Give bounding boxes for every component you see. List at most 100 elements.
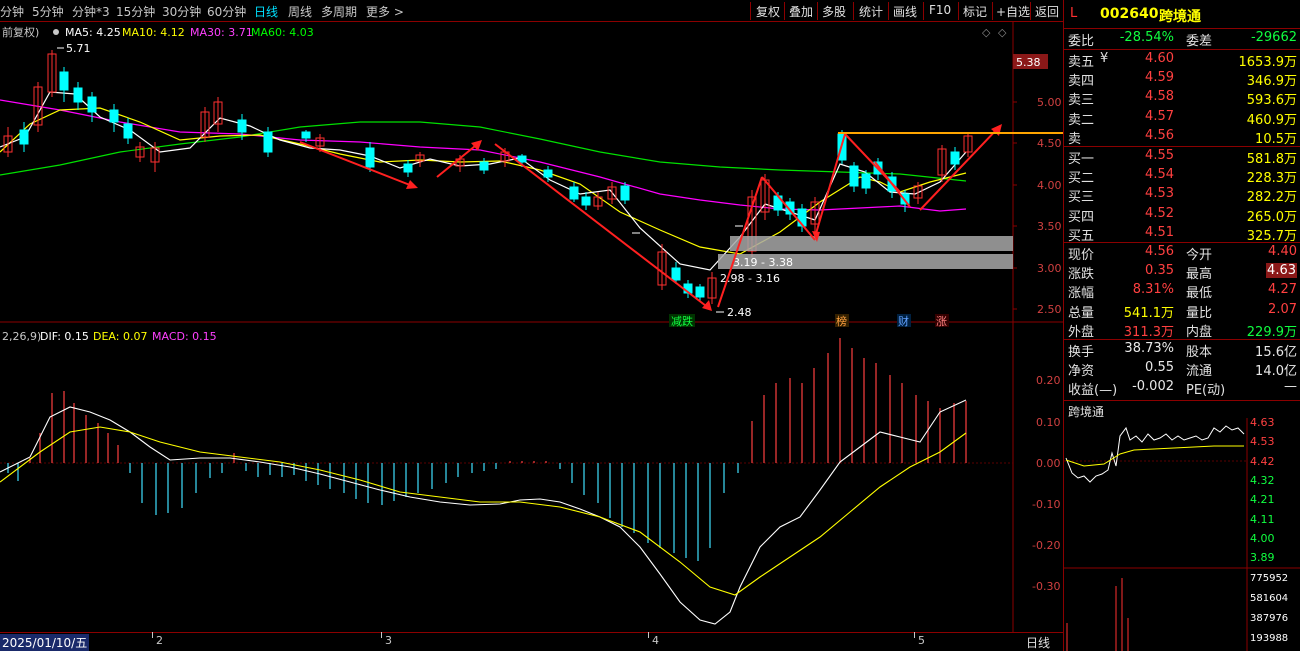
- listing-flag: L: [1070, 6, 1078, 21]
- weibi-value: -28.54%: [1119, 30, 1174, 45]
- ma10-line: [0, 107, 967, 255]
- stock-name: 跨境通: [1159, 9, 1201, 25]
- month-label: 3: [385, 634, 392, 647]
- stat-label: 最低: [1186, 286, 1213, 302]
- order-volume: 325.7万: [1246, 228, 1297, 244]
- order-volume: 593.6万: [1246, 93, 1297, 109]
- stat-value: 8.31%: [1132, 282, 1174, 298]
- timeframe-more[interactable]: 更多 >: [366, 3, 404, 20]
- timeframe-60min[interactable]: 60分钟: [207, 3, 246, 20]
- event-tag-rise: 涨: [936, 315, 947, 328]
- sell-level-row[interactable]: 卖五 ¥4.60 1653.9万: [1064, 50, 1300, 70]
- stat-label: 外盘: [1068, 324, 1095, 340]
- multi-stock-button[interactable]: 多股: [822, 3, 846, 20]
- event-tag-decline: 减跌: [671, 314, 693, 328]
- mini-price-line: [1065, 425, 1245, 483]
- diamond-icon[interactable]: ◇: [998, 26, 1007, 39]
- mini-intraday-chart[interactable]: 4.63 4.53 4.42 4.32 4.21 4.11 4.00 3.89 …: [1064, 418, 1300, 651]
- buy-level-row[interactable]: 买四 4.52 265.0万: [1064, 205, 1300, 225]
- order-volume: 1653.9万: [1238, 55, 1298, 70]
- sell-level-row[interactable]: 卖 4.56 10.5万: [1064, 127, 1300, 147]
- buy-level-row[interactable]: 买一 4.55 581.8万: [1064, 147, 1300, 167]
- order-volume: 10.5万: [1255, 131, 1297, 147]
- support-zone-upper: [730, 236, 1013, 251]
- toolbar-divider: [817, 2, 818, 20]
- timeframe-1min[interactable]: 分钟: [0, 3, 24, 20]
- timeframe-30min[interactable]: 30分钟: [162, 3, 201, 20]
- arrowheads: [406, 124, 1002, 311]
- draw-line-button[interactable]: 画线: [893, 3, 917, 20]
- kline-chart[interactable]: 前复权) MA5: 4.25 MA10: 4.12 MA30: 3.71 MA6…: [0, 22, 1063, 632]
- stat-label: 股本: [1186, 345, 1213, 360]
- macd-y-tick: -0.20: [1032, 539, 1060, 552]
- stat-label: 内盘: [1186, 324, 1213, 340]
- back-button[interactable]: 返回: [1035, 3, 1059, 20]
- timeframe-multi[interactable]: 多周期: [321, 3, 357, 20]
- buy-level-row[interactable]: 买五 4.51 325.7万: [1064, 224, 1300, 244]
- toolbar-divider: [784, 2, 785, 20]
- add-watchlist-button[interactable]: +自选: [996, 3, 1030, 20]
- stat-label: 收益(—): [1068, 383, 1118, 399]
- ma-legend-prefix: 前复权): [2, 25, 39, 39]
- stat-value: 0.35: [1145, 263, 1174, 279]
- f10-button[interactable]: F10: [929, 3, 951, 17]
- buy-level-row[interactable]: 买三 4.53 282.2万: [1064, 185, 1300, 205]
- order-volume: 460.9万: [1246, 112, 1297, 128]
- order-volume: 265.0万: [1246, 209, 1297, 225]
- timeframe-daily[interactable]: 日线: [254, 3, 278, 20]
- stat-label: 涨跌: [1068, 267, 1095, 283]
- macd-y-tick: 0.00: [1036, 457, 1061, 470]
- stat-value: 4.40: [1268, 244, 1297, 259]
- restore-right-button[interactable]: 复权: [756, 3, 780, 20]
- sell-level-row[interactable]: 卖三 4.58 593.6万: [1064, 88, 1300, 109]
- stat-value: —: [1284, 379, 1297, 395]
- y-tick: 5.00: [1037, 96, 1062, 109]
- sell-level-row[interactable]: 卖四 4.59 346.9万: [1064, 69, 1300, 89]
- month-tick: [152, 632, 153, 638]
- buy-level-row[interactable]: 买二 4.54 228.3万: [1064, 166, 1300, 187]
- stat-row: 现价 4.56 今开 4.40: [1064, 243, 1300, 263]
- weicha-label: 委差: [1186, 34, 1213, 49]
- stat-label: 总量: [1068, 305, 1095, 321]
- stat-row: 净资 0.55 流通 14.0亿: [1064, 359, 1300, 380]
- current-price-tag-text: 5.38: [1016, 56, 1041, 69]
- timeframe-min-x3[interactable]: 分钟*3: [72, 3, 110, 20]
- stat-row: 换手 38.73% 股本 15.6亿: [1064, 340, 1300, 360]
- high-label: 5.71: [66, 42, 91, 55]
- sell-level-row[interactable]: 卖二 4.57 460.9万: [1064, 108, 1300, 128]
- macd-legend-prefix: 2,26,9): [2, 330, 41, 343]
- mini-price-tick: 3.89: [1250, 551, 1275, 564]
- stat-label: 净资: [1068, 364, 1095, 380]
- order-label: 买二: [1068, 171, 1095, 187]
- y-tick: 3.00: [1037, 262, 1062, 275]
- stat-label: 今开: [1186, 248, 1213, 263]
- ma5-legend: MA5: 4.25: [65, 26, 121, 39]
- mini-vol-tick: 193988: [1250, 633, 1288, 644]
- order-price: 4.52: [1145, 205, 1174, 221]
- event-tag-list: 榜: [836, 314, 847, 328]
- stat-label: 最高: [1186, 267, 1213, 283]
- statistics-button[interactable]: 统计: [859, 3, 883, 20]
- mini-price-tick: 4.11: [1250, 513, 1275, 526]
- macd-y-tick: -0.10: [1032, 498, 1060, 511]
- month-tick: [914, 632, 915, 638]
- stat-row: 涨幅 8.31% 最低 4.27: [1064, 281, 1300, 302]
- mark-button[interactable]: 标记: [963, 3, 987, 20]
- order-volume: 581.8万: [1246, 152, 1297, 167]
- order-price: 4.51: [1145, 224, 1174, 240]
- diamond-icon[interactable]: ◇: [982, 26, 991, 39]
- macd-y-tick: -0.30: [1032, 580, 1060, 593]
- order-volume: 228.3万: [1246, 171, 1297, 187]
- overlay-button[interactable]: 叠加: [789, 3, 813, 20]
- date-axis: 2025/01/10/五 2 3 4 5 日线: [0, 632, 1063, 651]
- timeframe-5min[interactable]: 5分钟: [32, 3, 64, 20]
- mini-vol-tick: 581604: [1250, 593, 1288, 604]
- ma10-legend: MA10: 4.12: [122, 26, 185, 39]
- low-label: 2.48: [727, 306, 752, 319]
- stat-label: 流通: [1186, 364, 1213, 380]
- timeframe-15min[interactable]: 15分钟: [116, 3, 155, 20]
- macd-legend: MACD: 0.15: [152, 330, 217, 343]
- timeframe-weekly[interactable]: 周线: [288, 3, 312, 20]
- toolbar-divider: [888, 2, 889, 20]
- stat-label: 涨幅: [1068, 286, 1095, 302]
